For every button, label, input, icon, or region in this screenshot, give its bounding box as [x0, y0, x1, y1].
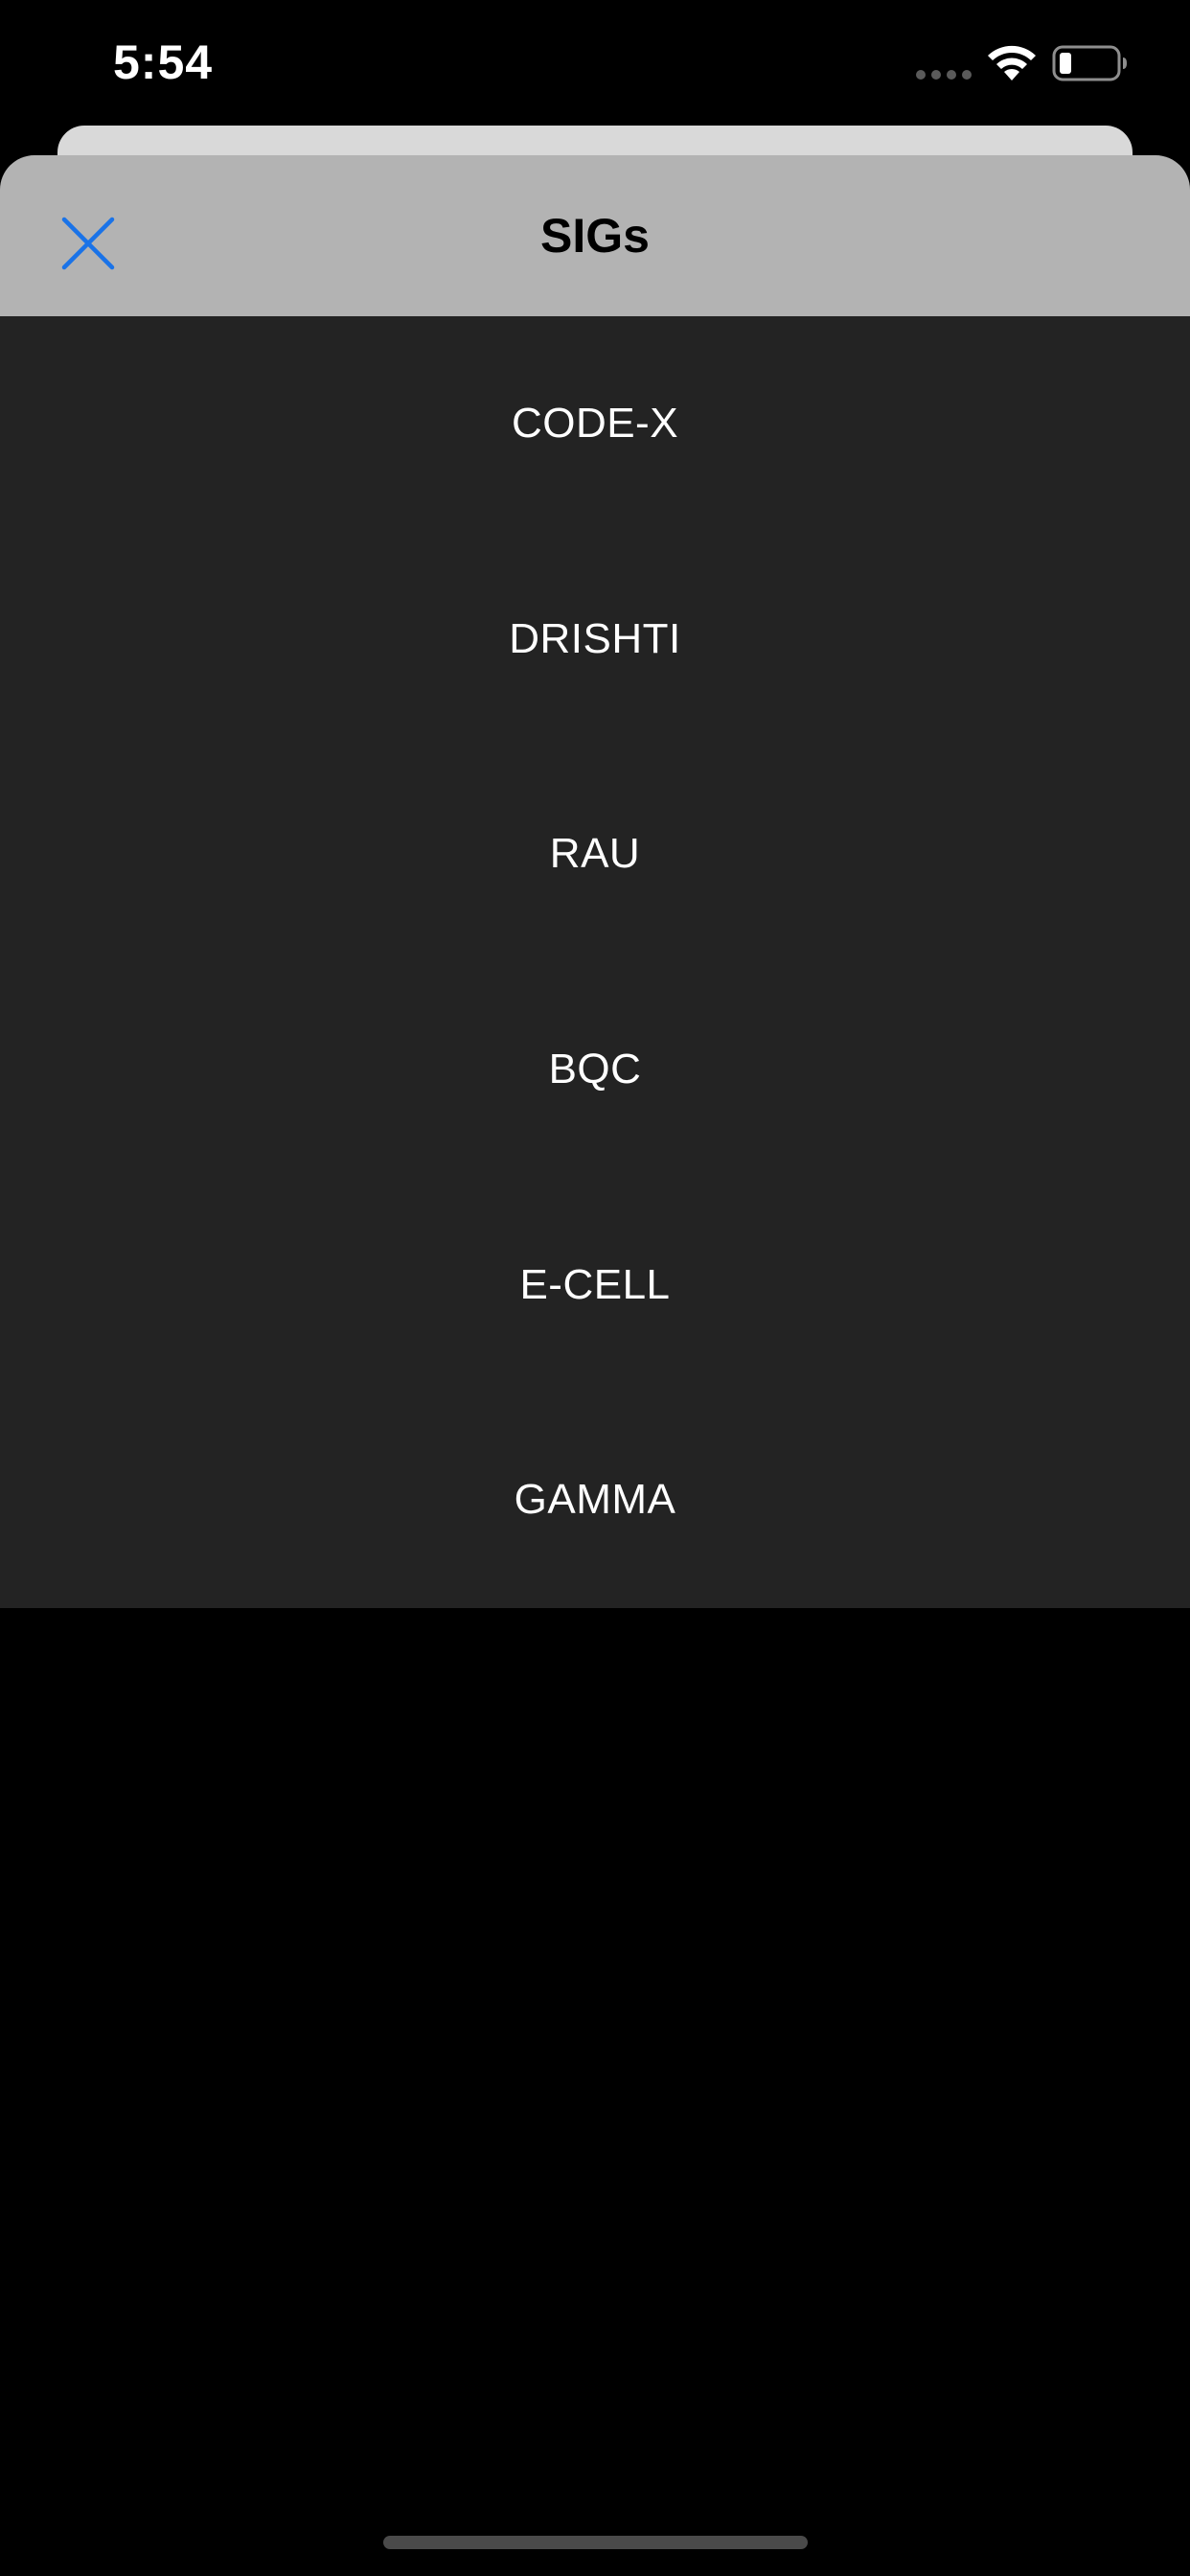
page-title: SIGs	[540, 209, 650, 263]
sigs-sheet: SIGs CODE-X DRISHTI RAU BQC E-CELL GAMMA	[0, 155, 1190, 1608]
close-icon	[61, 217, 115, 270]
app-screen: 5:54 SIGs CODE-X DRISHTI RAU BQC E-CELL …	[0, 0, 1190, 2576]
home-indicator	[383, 2536, 808, 2549]
status-time: 5:54	[113, 35, 214, 89]
cellular-signal-dots-icon	[916, 70, 972, 80]
battery-low-icon	[1052, 45, 1127, 81]
wifi-icon	[988, 45, 1036, 80]
status-bar: 5:54	[0, 0, 1190, 125]
sig-item-e-cell[interactable]: E-CELL	[0, 1177, 1190, 1392]
sig-item-bqc[interactable]: BQC	[0, 962, 1190, 1178]
sig-item-gamma[interactable]: GAMMA	[0, 1392, 1190, 1608]
sig-item-drishti[interactable]: DRISHTI	[0, 532, 1190, 748]
sig-list: CODE-X DRISHTI RAU BQC E-CELL GAMMA	[0, 316, 1190, 1608]
sig-item-rau[interactable]: RAU	[0, 747, 1190, 962]
sig-item-code-x[interactable]: CODE-X	[0, 316, 1190, 532]
close-button[interactable]	[50, 205, 126, 282]
sheet-header: SIGs	[0, 155, 1190, 316]
